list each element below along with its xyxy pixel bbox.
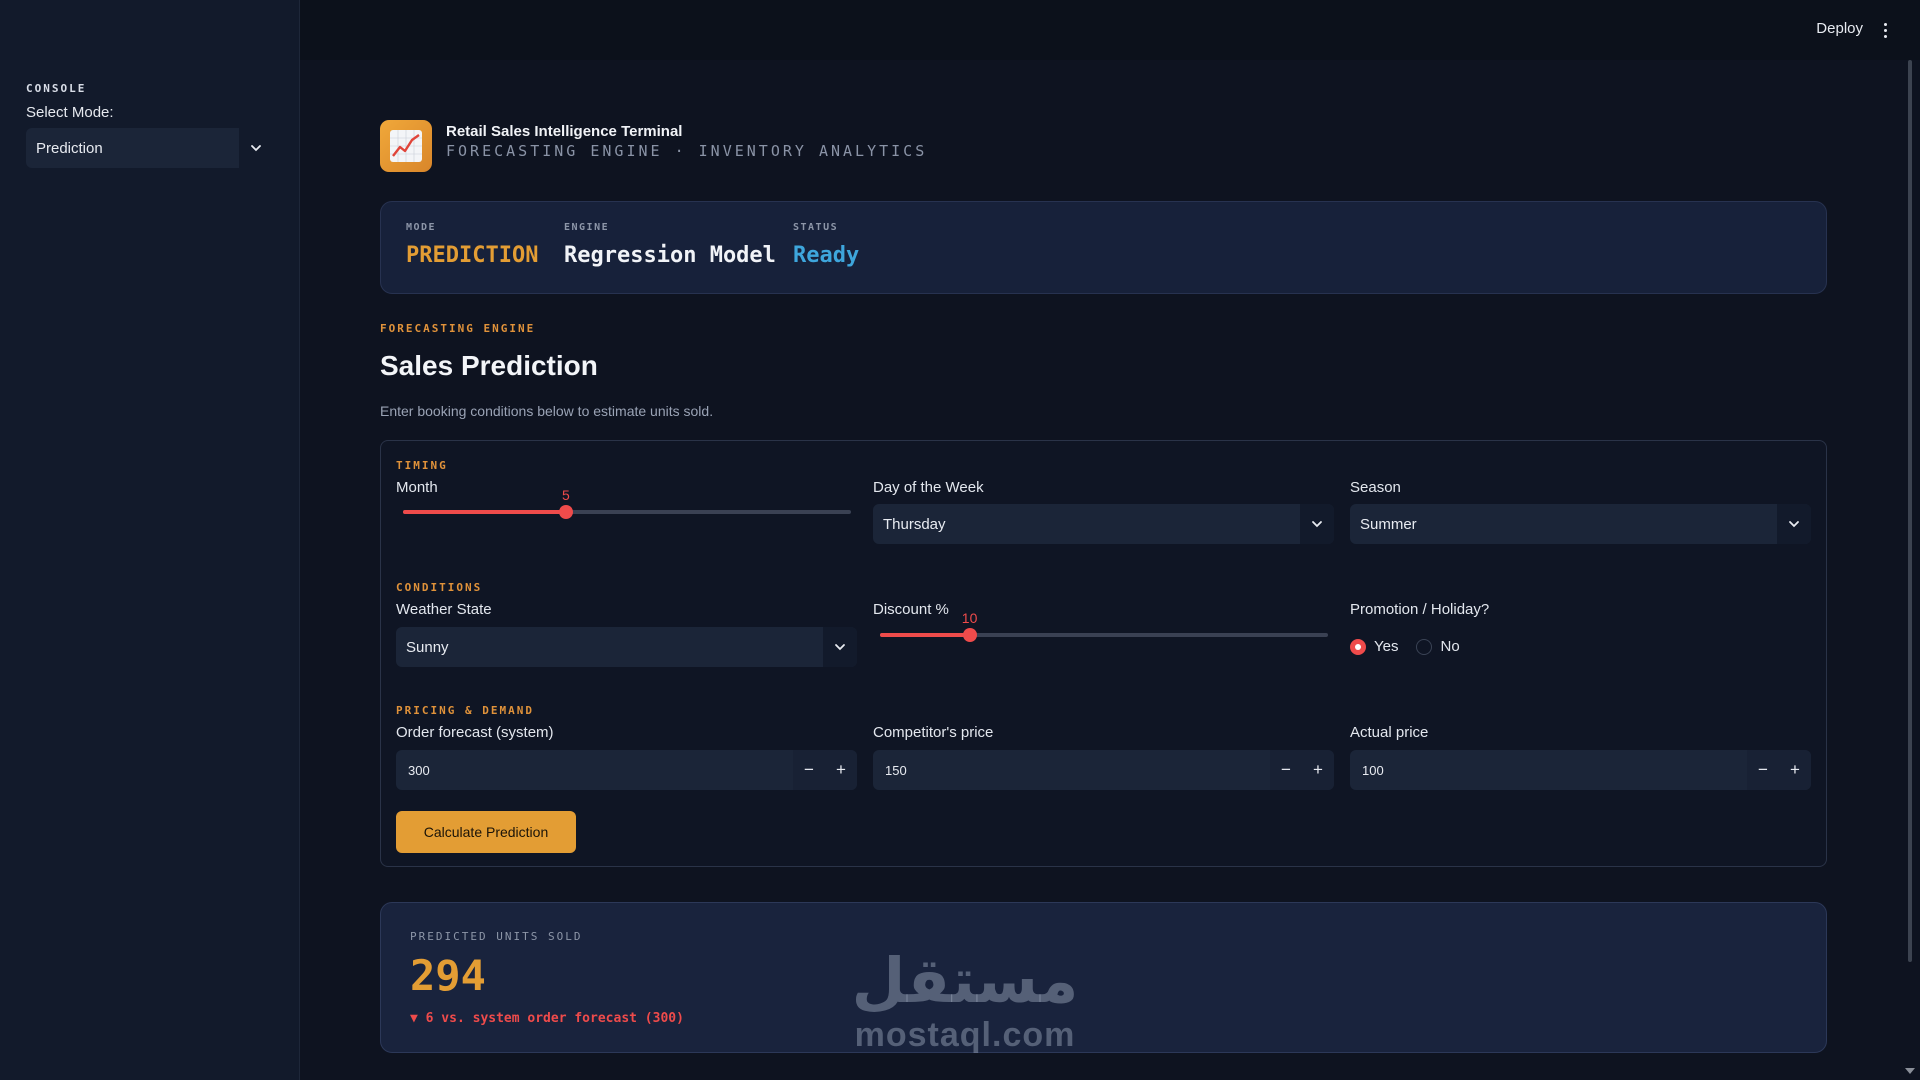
mode-select-value: Prediction (36, 139, 103, 157)
discount-slider[interactable]: 10 (880, 610, 1328, 644)
actual-price-input[interactable]: 100 − + (1350, 750, 1811, 790)
month-slider-thumb[interactable] (558, 505, 573, 519)
console-label: CONSOLE (26, 82, 87, 95)
forecast-delta: ▼ 6 vs. system order forecast (300) (410, 1011, 684, 1026)
mode-stat-value: PREDICTION (406, 243, 539, 268)
actual-price-value[interactable]: 100 (1350, 763, 1747, 778)
month-slider-fill (403, 510, 566, 514)
watermark-latin-text: mostaql.com (854, 1016, 1076, 1055)
status-stat-label: STATUS (793, 222, 839, 233)
radio-selected-icon (1350, 638, 1366, 655)
promotion-no-radio[interactable]: No (1416, 638, 1460, 655)
result-label: PREDICTED UNITS SOLD (410, 930, 583, 943)
app-subtitle: FORECASTING ENGINE · INVENTORY ANALYTICS (446, 142, 928, 160)
chevron-down-icon[interactable] (239, 128, 273, 168)
day-of-week-label: Day of the Week (873, 479, 984, 496)
season-value: Summer (1360, 515, 1417, 533)
competitor-price-input[interactable]: 150 − + (873, 750, 1334, 790)
engine-stat: ENGINE Regression Model (564, 222, 776, 268)
discount-slider-fill (880, 633, 970, 637)
weather-value: Sunny (406, 638, 449, 656)
weather-label: Weather State (396, 601, 492, 618)
order-forecast-label: Order forecast (system) (396, 724, 554, 741)
promotion-yes-label: Yes (1374, 638, 1399, 655)
day-of-week-select[interactable]: Thursday (873, 504, 1334, 544)
order-forecast-input[interactable]: 300 − + (396, 750, 857, 790)
sidebar: CONSOLE Select Mode: Prediction (0, 0, 300, 1080)
season-label: Season (1350, 479, 1401, 496)
calculate-prediction-button[interactable]: Calculate Prediction (396, 811, 576, 853)
app-title: Retail Sales Intelligence Terminal (446, 123, 683, 140)
order-forecast-value[interactable]: 300 (396, 763, 793, 778)
actual-price-increment-button[interactable]: + (1779, 750, 1811, 790)
competitor-price-label: Competitor's price (873, 724, 994, 741)
prediction-form: TIMING Month 5 Day of the Week Thursday … (380, 440, 1827, 867)
page-title: Sales Prediction (380, 350, 598, 381)
competitor-price-decrement-button[interactable]: − (1270, 750, 1302, 790)
chevron-down-icon[interactable] (1777, 504, 1811, 544)
promotion-label: Promotion / Holiday? (1350, 601, 1490, 618)
scroll-down-icon[interactable] (1905, 1068, 1915, 1074)
top-bar: Deploy (300, 0, 1920, 60)
competitor-price-increment-button[interactable]: + (1302, 750, 1334, 790)
pricing-group-label: PRICING & DEMAND (396, 704, 534, 717)
actual-price-decrement-button[interactable]: − (1747, 750, 1779, 790)
chevron-down-icon[interactable] (823, 627, 857, 667)
select-mode-label: Select Mode: (26, 104, 114, 121)
discount-slider-value: 10 (961, 610, 978, 626)
month-slider[interactable]: 5 (403, 487, 851, 521)
promotion-yes-radio[interactable]: Yes (1350, 638, 1398, 655)
main-content: Retail Sales Intelligence Terminal FOREC… (300, 60, 1908, 1080)
predicted-units-value: 294 (410, 951, 486, 1000)
discount-slider-thumb[interactable] (962, 628, 977, 642)
watermark-arabic-text: مستقل (851, 947, 1079, 1016)
more-options-icon[interactable] (1880, 20, 1890, 40)
actual-price-label: Actual price (1350, 724, 1429, 741)
order-forecast-decrement-button[interactable]: − (793, 750, 825, 790)
status-card: MODE PREDICTION ENGINE Regression Model … (380, 201, 1827, 294)
promotion-radio-group: Yes No (1350, 638, 1460, 655)
day-of-week-value: Thursday (883, 515, 946, 533)
status-stat-value: Ready (793, 243, 860, 268)
status-stat: STATUS Ready (793, 222, 859, 268)
conditions-group-label: CONDITIONS (396, 581, 483, 594)
radio-unselected-icon (1416, 638, 1433, 655)
chevron-down-icon[interactable] (1300, 504, 1334, 544)
competitor-price-value[interactable]: 150 (873, 763, 1270, 778)
page-scrollbar[interactable] (1908, 60, 1912, 962)
deploy-button[interactable]: Deploy (1816, 20, 1863, 37)
result-card: PREDICTED UNITS SOLD 294 ▼ 6 vs. system … (380, 902, 1827, 1053)
mode-stat-label: MODE (406, 222, 437, 233)
mode-select[interactable]: Prediction (26, 128, 273, 168)
watermark: مستقل mostaql.com (840, 947, 1090, 1080)
promotion-no-label: No (1440, 638, 1460, 655)
section-kicker: FORECASTING ENGINE (380, 322, 536, 335)
engine-stat-label: ENGINE (564, 222, 610, 233)
season-select[interactable]: Summer (1350, 504, 1811, 544)
page-description: Enter booking conditions below to estima… (380, 403, 714, 419)
mode-stat: MODE PREDICTION (406, 222, 538, 268)
chart-increasing-icon (380, 120, 432, 172)
order-forecast-increment-button[interactable]: + (825, 750, 857, 790)
engine-stat-value: Regression Model (564, 243, 776, 268)
weather-select[interactable]: Sunny (396, 627, 857, 667)
timing-group-label: TIMING (396, 459, 448, 472)
month-slider-value: 5 (562, 487, 570, 503)
